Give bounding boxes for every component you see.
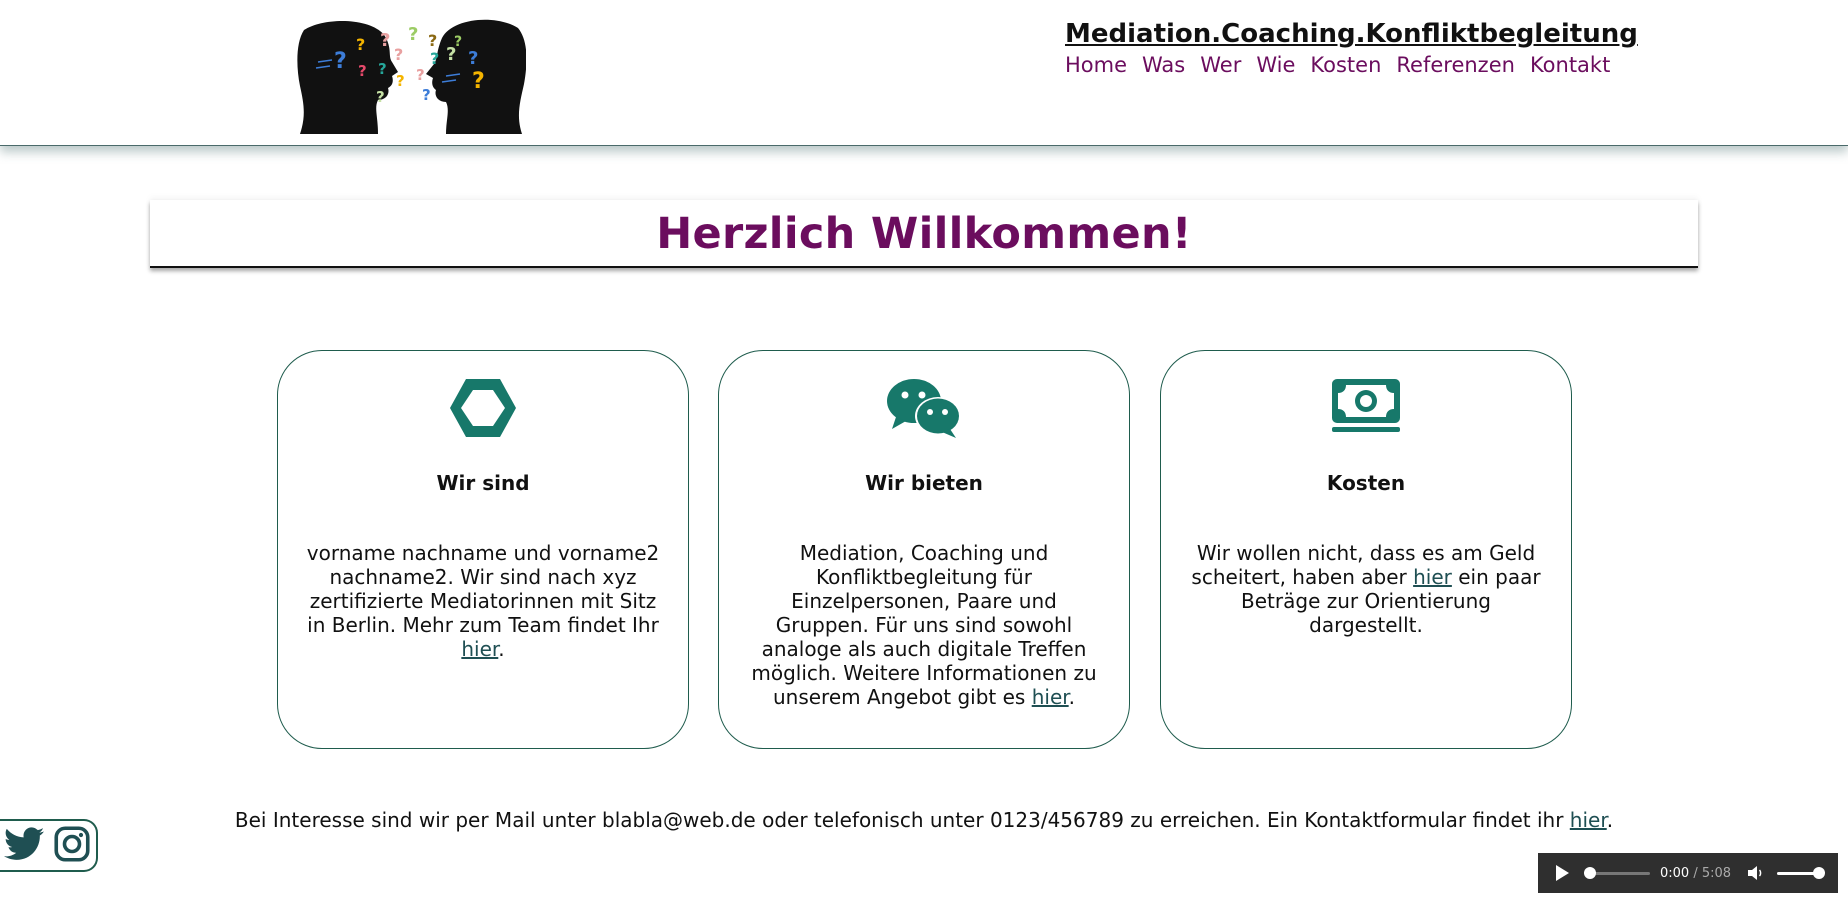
card-wir-sind: Wir sind vorname nachname und vorname2 n… xyxy=(277,350,689,749)
svg-text:?: ? xyxy=(468,48,478,69)
nav-home[interactable]: Home xyxy=(1065,53,1127,77)
card-wir-bieten: Wir bieten Mediation, Coaching und Konfl… xyxy=(718,350,1130,749)
svg-text:?: ? xyxy=(430,49,439,68)
svg-text:?: ? xyxy=(428,31,437,50)
logo-heads-with-question-marks[interactable]: ? ? ? ? ? ? ? ? ? ? ? ? ? ? ? ? ? xyxy=(296,16,527,134)
hexagon-icon xyxy=(278,377,688,441)
card-title: Wir sind xyxy=(436,471,530,495)
audio-player: 0:00 / 5:08 xyxy=(1538,853,1838,893)
nav-wer[interactable]: Wer xyxy=(1200,53,1241,77)
instagram-icon[interactable] xyxy=(54,825,90,866)
svg-text:?: ? xyxy=(408,24,418,45)
welcome-banner: Herzlich Willkommen! xyxy=(150,200,1698,268)
contact-info: Bei Interesse sind wir per Mail unter bl… xyxy=(234,808,1614,832)
money-bill-icon xyxy=(1161,377,1571,441)
wechat-icon xyxy=(719,377,1129,441)
prices-link[interactable]: hier xyxy=(1413,565,1452,589)
svg-text:?: ? xyxy=(378,60,387,78)
svg-text:?: ? xyxy=(356,35,365,54)
time-display: 0:00 / 5:08 xyxy=(1660,865,1732,881)
svg-text:?: ? xyxy=(376,88,385,106)
nav-kosten[interactable]: Kosten xyxy=(1310,53,1381,77)
card-text: Wir wollen nicht, dass es am Geld scheit… xyxy=(1191,541,1541,637)
card-title: Kosten xyxy=(1326,471,1406,495)
volume-slider[interactable] xyxy=(1777,866,1826,880)
site-title[interactable]: Mediation.Coaching.Konfliktbegleitung xyxy=(1065,19,1638,49)
svg-text:?: ? xyxy=(394,45,403,64)
card-kosten: Kosten Wir wollen nicht, dass es am Geld… xyxy=(1160,350,1572,749)
svg-text:?: ? xyxy=(358,62,367,80)
team-link[interactable]: hier xyxy=(461,637,498,661)
svg-text:?: ? xyxy=(422,86,431,104)
card-title: Wir bieten xyxy=(865,471,983,495)
contact-form-link[interactable]: hier xyxy=(1570,808,1607,832)
nav-wie[interactable]: Wie xyxy=(1256,53,1295,77)
svg-text:?: ? xyxy=(416,66,425,84)
card-text: vorname nachname und vorname2 nachname2.… xyxy=(306,541,660,661)
nav-was[interactable]: Was xyxy=(1142,53,1185,77)
offer-link[interactable]: hier xyxy=(1032,685,1069,709)
seek-slider[interactable] xyxy=(1584,866,1650,880)
main-nav: Home Was Wer Wie Kosten Referenzen Konta… xyxy=(1065,53,1625,77)
nav-referenzen[interactable]: Referenzen xyxy=(1396,53,1515,77)
play-icon[interactable] xyxy=(1554,864,1570,882)
social-links xyxy=(0,819,98,872)
site-header: ? ? ? ? ? ? ? ? ? ? ? ? ? ? ? ? ? Mediat… xyxy=(0,0,1848,146)
svg-text:?: ? xyxy=(334,49,347,74)
twitter-icon[interactable] xyxy=(4,826,45,865)
svg-text:?: ? xyxy=(380,30,390,51)
svg-text:?: ? xyxy=(454,34,462,50)
card-text: Mediation, Coaching und Konfliktbegleitu… xyxy=(751,541,1097,709)
nav-kontakt[interactable]: Kontakt xyxy=(1530,53,1610,77)
svg-text:?: ? xyxy=(472,69,485,94)
page-title: Herzlich Willkommen! xyxy=(656,209,1192,259)
volume-icon[interactable] xyxy=(1747,865,1765,881)
svg-text:?: ? xyxy=(396,72,405,90)
